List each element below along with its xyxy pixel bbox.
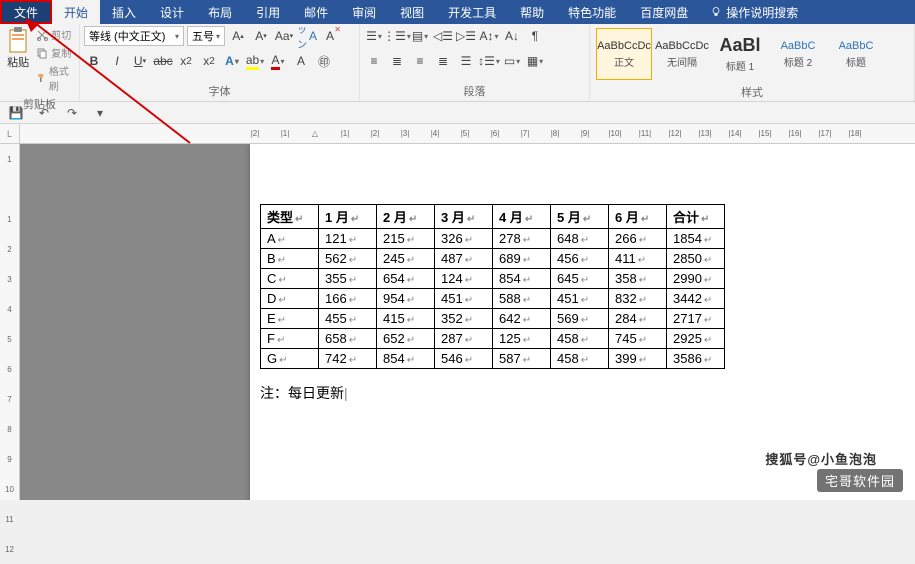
table-header[interactable]: 2 月 bbox=[377, 205, 435, 229]
grow-font-button[interactable]: A▴ bbox=[228, 26, 248, 46]
quick-access-toolbar: 💾 ↶ ↷ ▾ bbox=[0, 102, 915, 124]
table-row[interactable]: G7428545465874583993586 bbox=[261, 349, 725, 369]
vertical-ruler: 1123456789101112 bbox=[0, 144, 19, 564]
align-left-button[interactable]: ≡ bbox=[364, 51, 384, 71]
change-case-button[interactable]: Aa▾ bbox=[274, 26, 294, 46]
bold-button[interactable]: B bbox=[84, 51, 104, 71]
numbering-button[interactable]: ⋮☰ bbox=[387, 26, 407, 46]
cut-button[interactable]: 剪切 bbox=[34, 26, 75, 43]
italic-button[interactable]: I bbox=[107, 51, 127, 71]
tab-view[interactable]: 视图 bbox=[388, 0, 436, 24]
phonetic-button[interactable]: ッンA bbox=[297, 26, 317, 46]
watermark-2: 宅哥软件园 bbox=[817, 469, 903, 492]
group-label-clipboard: 剪贴板 bbox=[4, 94, 75, 114]
table-row[interactable]: E4554153526425692842717 bbox=[261, 309, 725, 329]
tab-features[interactable]: 特色功能 bbox=[556, 0, 628, 24]
tab-references[interactable]: 引用 bbox=[244, 0, 292, 24]
tab-home[interactable]: 开始 bbox=[52, 0, 100, 24]
table-row[interactable]: B5622454876894564112850 bbox=[261, 249, 725, 269]
table-header[interactable]: 类型 bbox=[261, 205, 319, 229]
paragraph-group: ☰ ⋮☰ ▤ ◁☰ ▷☰ A↕ A↓ ¶ ≡ ≣ ≡ ≣ ☰ ↕☰ ▭ ▦ 段落 bbox=[360, 24, 590, 101]
style-item[interactable]: AaBbC标题 2 bbox=[770, 28, 826, 80]
text-direction-button[interactable]: A↕ bbox=[479, 26, 499, 46]
enclose-button[interactable]: ㊞ bbox=[314, 51, 334, 71]
decrease-indent-button[interactable]: ◁☰ bbox=[433, 26, 453, 46]
style-item[interactable]: AaBbCcDc正文 bbox=[596, 28, 652, 80]
font-name-select[interactable]: 等线 (中文正文)▾ bbox=[84, 26, 184, 46]
tab-review[interactable]: 审阅 bbox=[340, 0, 388, 24]
table-row[interactable]: D1669544515884518323442 bbox=[261, 289, 725, 309]
tab-insert[interactable]: 插入 bbox=[100, 0, 148, 24]
tab-baidu[interactable]: 百度网盘 bbox=[628, 0, 700, 24]
ribbon: 粘贴 剪切 复制 格式刷 剪贴板 等线 (中文正文)▾ 五号▾ A▴ A▾ Aa… bbox=[0, 24, 915, 102]
tell-me-search[interactable]: 操作说明搜索 bbox=[710, 0, 798, 24]
styles-group: AaBbCcDc正文AaBbCcDc无间隔AaBl标题 1AaBbC标题 2Aa… bbox=[590, 24, 915, 101]
brush-icon bbox=[36, 72, 46, 84]
note-text[interactable]: 注：每日更新| bbox=[260, 383, 915, 403]
strikethrough-button[interactable]: abc bbox=[153, 51, 173, 71]
line-spacing-button[interactable]: ↕☰ bbox=[479, 51, 499, 71]
group-label-font: 字体 bbox=[84, 81, 355, 101]
styles-gallery[interactable]: AaBbCcDc正文AaBbCcDc无间隔AaBl标题 1AaBbC标题 2Aa… bbox=[594, 26, 886, 82]
table-row[interactable]: C3556541248546453582990 bbox=[261, 269, 725, 289]
copy-icon bbox=[36, 47, 48, 59]
tab-developer[interactable]: 开发工具 bbox=[436, 0, 508, 24]
copy-button[interactable]: 复制 bbox=[34, 44, 75, 61]
font-color-button[interactable]: A bbox=[268, 51, 288, 71]
font-size-select[interactable]: 五号▾ bbox=[187, 26, 225, 46]
justify-button[interactable]: ≣ bbox=[433, 51, 453, 71]
group-label-paragraph: 段落 bbox=[364, 81, 585, 101]
tab-file[interactable]: 文件 bbox=[0, 0, 52, 24]
superscript-button[interactable]: x2 bbox=[199, 51, 219, 71]
table-header[interactable]: 合计 bbox=[667, 205, 725, 229]
show-marks-button[interactable]: ¶ bbox=[525, 26, 545, 46]
watermark-1: 搜狐号@小鱼泡泡 bbox=[757, 447, 885, 470]
increase-indent-button[interactable]: ▷☰ bbox=[456, 26, 476, 46]
lightbulb-icon bbox=[710, 6, 722, 18]
sort-button[interactable]: A↓ bbox=[502, 26, 522, 46]
ruler-corner: L bbox=[0, 124, 20, 144]
style-item[interactable]: AaBbC标题 bbox=[828, 28, 884, 80]
subscript-button[interactable]: x2 bbox=[176, 51, 196, 71]
tab-help[interactable]: 帮助 bbox=[508, 0, 556, 24]
char-border-button[interactable]: A bbox=[291, 51, 311, 71]
table-row[interactable]: A1212153262786482661854 bbox=[261, 229, 725, 249]
data-table[interactable]: 类型1 月2 月3 月4 月5 月6 月合计 A1212153262786482… bbox=[260, 204, 725, 369]
shading-button[interactable]: ▭ bbox=[502, 51, 522, 71]
clipboard-icon bbox=[6, 26, 30, 54]
text-effects-button[interactable]: A bbox=[222, 51, 242, 71]
font-group: 等线 (中文正文)▾ 五号▾ A▴ A▾ Aa▾ ッンA A✕ B I U▾ a… bbox=[80, 24, 360, 101]
document-area[interactable]: 类型1 月2 月3 月4 月5 月6 月合计 A1212153262786482… bbox=[20, 144, 915, 500]
workspace: L 1123456789101112 |2||1|△|1||2||3||4||5… bbox=[0, 124, 915, 500]
menu-bar: 文件 开始 插入 设计 布局 引用 邮件 审阅 视图 开发工具 帮助 特色功能 … bbox=[0, 0, 915, 24]
style-item[interactable]: AaBbCcDc无间隔 bbox=[654, 28, 710, 80]
table-header[interactable]: 3 月 bbox=[435, 205, 493, 229]
align-center-button[interactable]: ≣ bbox=[387, 51, 407, 71]
clipboard-group: 粘贴 剪切 复制 格式刷 剪贴板 bbox=[0, 24, 80, 101]
underline-button[interactable]: U▾ bbox=[130, 51, 150, 71]
paste-button[interactable]: 粘贴 bbox=[4, 26, 32, 70]
group-label-styles: 样式 bbox=[594, 82, 910, 102]
table-header[interactable]: 4 月 bbox=[493, 205, 551, 229]
table-header[interactable]: 5 月 bbox=[551, 205, 609, 229]
tab-design[interactable]: 设计 bbox=[148, 0, 196, 24]
table-row[interactable]: F6586522871254587452925 bbox=[261, 329, 725, 349]
shrink-font-button[interactable]: A▾ bbox=[251, 26, 271, 46]
scissors-icon bbox=[36, 29, 48, 41]
multilevel-button[interactable]: ▤ bbox=[410, 26, 430, 46]
bullets-button[interactable]: ☰ bbox=[364, 26, 384, 46]
clear-format-button[interactable]: A✕ bbox=[320, 26, 340, 46]
highlight-button[interactable]: ab bbox=[245, 51, 265, 71]
style-item[interactable]: AaBl标题 1 bbox=[712, 28, 768, 80]
borders-button[interactable]: ▦ bbox=[525, 51, 545, 71]
table-header[interactable]: 6 月 bbox=[609, 205, 667, 229]
align-right-button[interactable]: ≡ bbox=[410, 51, 430, 71]
tab-layout[interactable]: 布局 bbox=[196, 0, 244, 24]
distribute-button[interactable]: ☰ bbox=[456, 51, 476, 71]
format-painter-button[interactable]: 格式刷 bbox=[34, 62, 75, 94]
horizontal-ruler: |2||1|△|1||2||3||4||5||6||7||8||9||10||1… bbox=[20, 124, 915, 144]
qat-customize-button[interactable]: ▾ bbox=[90, 103, 110, 123]
table-header[interactable]: 1 月 bbox=[319, 205, 377, 229]
